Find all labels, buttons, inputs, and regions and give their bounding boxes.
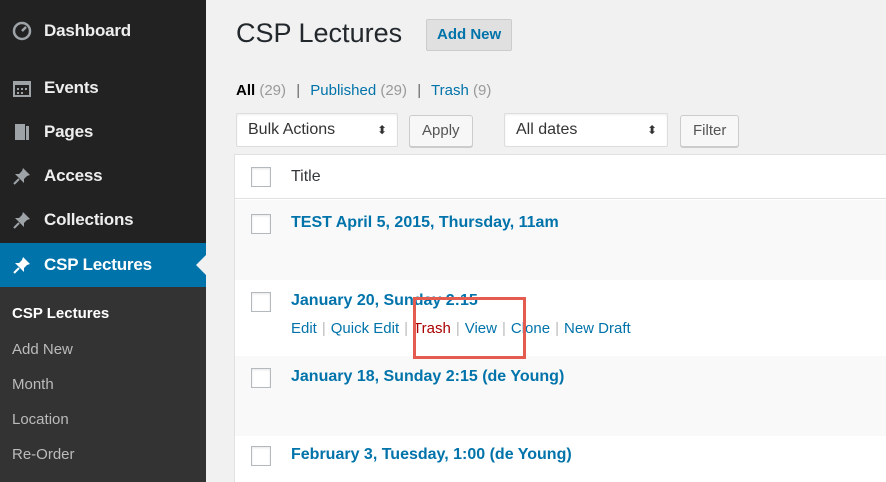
- view-link[interactable]: View: [465, 320, 497, 337]
- pin-icon: [0, 154, 44, 198]
- filter-button[interactable]: Filter: [680, 115, 740, 147]
- quick-edit-link[interactable]: Quick Edit: [331, 320, 399, 337]
- separator: |: [555, 320, 559, 337]
- filter-trash-link[interactable]: Trash: [431, 82, 469, 99]
- menu-item-label: Pages: [44, 122, 94, 141]
- menu-item-label: Access: [44, 166, 103, 185]
- separator: |: [501, 320, 506, 337]
- row-title-link[interactable]: February 3, Tuesday, 1:00 (de Young): [291, 446, 572, 464]
- row-title-link[interactable]: TEST April 5, 2015, Thursday, 11am: [291, 214, 559, 232]
- row-actions: Edit | Quick Edit | Trash | View | Clone | New Dra…: [291, 320, 631, 337]
- separator: |: [417, 82, 422, 99]
- separator: |: [321, 320, 326, 337]
- table-row: TEST April 5, 2015, Thursday, 11am: [235, 200, 886, 280]
- page-title: CSP Lectures: [236, 18, 403, 48]
- row-checkbox[interactable]: [251, 214, 271, 234]
- menu-item-csp-lectures[interactable]: CSP Lectures: [0, 243, 206, 287]
- menu-item-pages[interactable]: Pages: [0, 110, 206, 154]
- submenu-item-location[interactable]: Location: [12, 411, 69, 428]
- submenu-item-re-order[interactable]: Re-Order: [12, 446, 75, 463]
- calendar-icon: [0, 66, 44, 110]
- row-checkbox[interactable]: [251, 446, 271, 466]
- new-draft-link[interactable]: New Draft: [564, 320, 631, 337]
- pages-icon: [0, 110, 44, 154]
- row-title-link[interactable]: January 18, Sunday 2:15 (de Young): [291, 368, 564, 386]
- dashboard-icon: [0, 9, 44, 53]
- filter-trash-count: (9): [472, 82, 492, 99]
- status-filter-links: All (29) | Published (29) | Trash (9): [236, 82, 491, 99]
- table-row: February 3, Tuesday, 1:00 (de Young): [235, 436, 886, 482]
- filter-all-link[interactable]: All: [236, 82, 255, 99]
- table-row: January 18, Sunday 2:15 (de Young): [235, 356, 886, 436]
- menu-item-collections[interactable]: Collections: [0, 198, 206, 242]
- filter-published-count: (29): [380, 82, 408, 99]
- bulk-actions-select[interactable]: Bulk Actions ⬍: [236, 113, 398, 147]
- select-arrows-icon: ⬍: [646, 123, 657, 137]
- trash-link[interactable]: Trash: [413, 320, 451, 337]
- pin-icon: [0, 198, 44, 242]
- bulk-actions-value: Bulk Actions: [248, 121, 336, 138]
- submenu: CSP Lectures Add New Month Location Re-O…: [0, 287, 206, 482]
- select-arrows-icon: ⬍: [376, 123, 387, 137]
- edit-link[interactable]: Edit: [291, 320, 317, 337]
- submenu-item-csp-lectures[interactable]: CSP Lectures: [12, 305, 109, 322]
- dates-select[interactable]: All dates ⬍: [504, 113, 668, 147]
- menu-item-access[interactable]: Access: [0, 154, 206, 198]
- clone-link[interactable]: Clone: [511, 320, 550, 337]
- select-all-checkbox[interactable]: [251, 167, 271, 187]
- main-content: CSP Lectures Add New All (29) | Publishe…: [206, 0, 886, 482]
- menu-item-label: Events: [44, 78, 99, 97]
- menu-item-label: CSP Lectures: [44, 255, 152, 274]
- column-title-header[interactable]: Title: [291, 168, 321, 186]
- pin-icon: [0, 243, 44, 287]
- menu-item-label: Collections: [44, 210, 134, 229]
- separator: |: [404, 320, 409, 337]
- row-title-link[interactable]: January 20, Sunday 2:15: [291, 292, 478, 310]
- submenu-item-add-new[interactable]: Add New: [12, 341, 73, 358]
- menu-item-events[interactable]: Events: [0, 66, 206, 110]
- add-new-button[interactable]: Add New: [426, 19, 513, 51]
- submenu-item-month[interactable]: Month: [12, 376, 54, 393]
- menu-item-dashboard[interactable]: Dashboard: [0, 9, 206, 53]
- row-checkbox[interactable]: [251, 292, 271, 312]
- menu-item-label: Dashboard: [44, 21, 131, 40]
- admin-sidebar: Dashboard Events Pages Access Collection…: [0, 0, 206, 482]
- posts-table: Title TEST April 5, 2015, Thursday, 11am…: [234, 154, 886, 482]
- separator: |: [455, 320, 460, 337]
- row-checkbox[interactable]: [251, 368, 271, 388]
- apply-button[interactable]: Apply: [409, 115, 473, 147]
- filter-published-link[interactable]: Published: [310, 82, 376, 99]
- filter-all-count: (29): [259, 82, 287, 99]
- separator: |: [296, 82, 301, 99]
- table-row: January 20, Sunday 2:15 Edit | Quick Edit |…: [235, 280, 886, 356]
- dates-value: All dates: [516, 121, 578, 138]
- table-header: Title: [235, 155, 886, 199]
